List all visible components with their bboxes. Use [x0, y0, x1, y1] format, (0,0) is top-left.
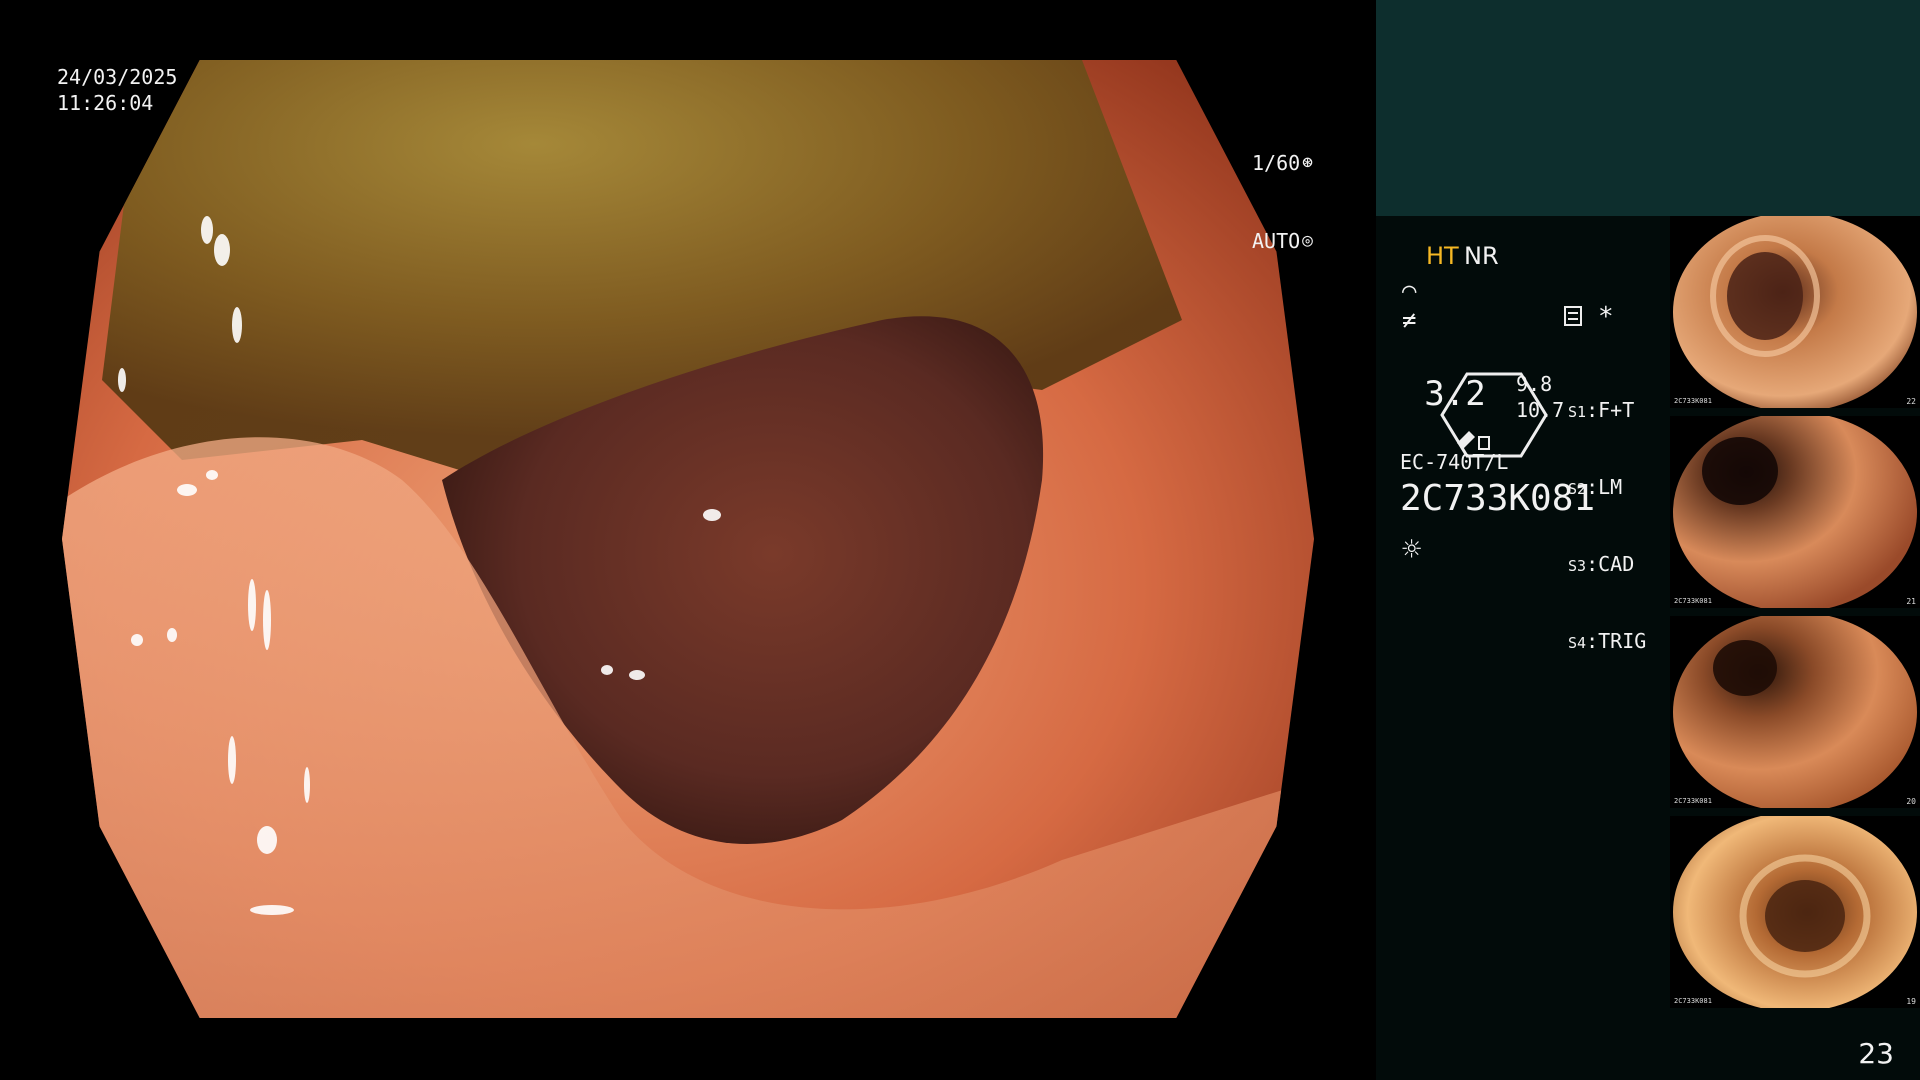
thumbnail-label: 2C733K081: [1674, 597, 1712, 605]
zoom-secondary-b: 10.7: [1516, 398, 1565, 422]
shutter-icon: ⊛: [1302, 152, 1314, 173]
switch-s4: S4:TRIG: [1568, 629, 1647, 653]
image-count: 23: [1858, 1037, 1894, 1070]
thumbnail-number: 21: [1906, 597, 1916, 606]
thumbnail-2[interactable]: 2C733K081 21: [1670, 416, 1920, 608]
zoom-secondary-a: 9.8: [1516, 372, 1553, 396]
shutter-text: 1/60: [1252, 151, 1301, 175]
processor-status-panel: HT NR ⌒ ≠ * 3.2 9.8 10.7 S1:F+T S2:LM S3…: [1376, 216, 1920, 1080]
switch-s1: S1:F+T: [1568, 398, 1635, 422]
thumbnail-label: 2C733K081: [1674, 397, 1712, 405]
thumbnail-number: 22: [1906, 397, 1916, 406]
zoom-value: 3.2: [1424, 374, 1486, 414]
time-text: 11:26:04: [57, 91, 154, 115]
mucosa-image: [62, 60, 1314, 1018]
date-time-overlay: 24/03/2025 11:26:04: [57, 64, 177, 116]
thumbnail-label: 2C733K081: [1674, 797, 1712, 805]
scope-model: EC-740T/L: [1400, 450, 1509, 474]
exposure-text: AUTO: [1252, 229, 1301, 253]
mode-ht-label: HT: [1426, 242, 1459, 270]
date-text: 24/03/2025: [57, 65, 178, 89]
top-info-panel: [1376, 0, 1920, 216]
endoscopy-main-view: [62, 60, 1314, 1018]
enhance-curve-icon: ⌒: [1402, 276, 1417, 304]
exposure-overlay: 1/60 ⊛ AUTO ◎: [1252, 98, 1313, 280]
asterisk-icon: *: [1598, 302, 1614, 332]
thumbnail-number: 20: [1906, 797, 1916, 806]
settings-icon: [1564, 306, 1582, 326]
thumbnail-3[interactable]: 2C733K081 20: [1670, 616, 1920, 808]
exposure-icon: ◎: [1302, 230, 1314, 251]
switch-settings-list: S1:F+T S2:LM S3:CAD S4:TRIG: [1568, 348, 1646, 706]
enhance-slash-icon: ≠: [1402, 306, 1417, 334]
thumbnail-1[interactable]: 2C733K081 22: [1670, 216, 1920, 408]
thumbnail-4[interactable]: 2C733K081 19: [1670, 816, 1920, 1008]
sun-icon: ☼: [1402, 530, 1422, 568]
thumbnail-label: 2C733K081: [1674, 997, 1712, 1005]
mode-nr-label: NR: [1464, 242, 1499, 270]
scope-serial: 2C733K081: [1400, 478, 1596, 519]
thumbnail-number: 19: [1906, 997, 1916, 1006]
switch-s3: S3:CAD: [1568, 552, 1635, 576]
